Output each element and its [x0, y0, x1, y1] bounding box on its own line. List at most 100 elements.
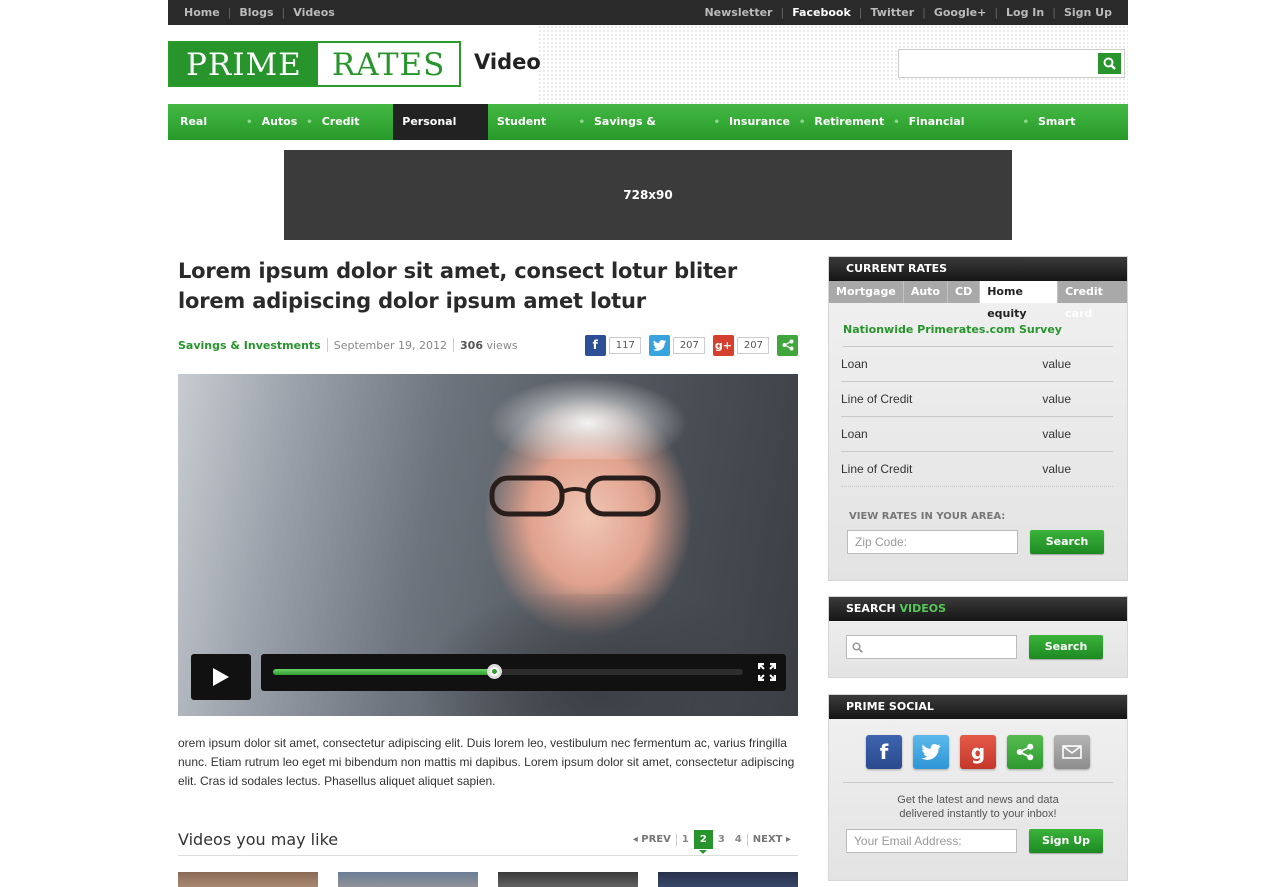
top-link-blogs[interactable]: Blogs — [239, 6, 273, 19]
twitter-icon[interactable] — [913, 735, 949, 769]
zip-code-input[interactable]: Zip Code: — [847, 530, 1018, 554]
view-count-number: 306 — [460, 338, 483, 352]
rate-label: Loan — [841, 427, 868, 441]
nav-financial-calculators[interactable]: Financial Calculators — [900, 104, 1023, 164]
divider — [326, 338, 328, 352]
search-videos-widget: SEARCH VIDEOS Search — [828, 596, 1128, 678]
tab-home-equity[interactable]: Home equity — [980, 281, 1059, 320]
header-search-button[interactable] — [1098, 53, 1121, 74]
share-more[interactable] — [777, 334, 798, 356]
article-category[interactable]: Savings & Investments — [178, 339, 321, 352]
rate-row: Line of Credit value — [841, 382, 1113, 417]
search-videos-input[interactable] — [846, 635, 1017, 659]
newsletter-text: Get the latest and news and data deliver… — [829, 793, 1127, 821]
top-left-links: Home | Blogs | Videos — [184, 6, 335, 19]
ad-banner[interactable]: 728x90 — [284, 150, 1012, 240]
rates-search-button[interactable]: Search — [1030, 530, 1104, 554]
top-bar: Home | Blogs | Videos Newsletter | Faceb… — [168, 0, 1128, 25]
current-rates-heading: CURRENT RATES — [829, 257, 1127, 281]
top-link-videos[interactable]: Videos — [293, 6, 335, 19]
top-link-signup[interactable]: Sign Up — [1064, 6, 1112, 19]
search-videos-heading: SEARCH VIDEOS — [829, 597, 1127, 621]
search-videos-row: Search — [846, 635, 1127, 659]
pagination: ◂ PREV 1 2 3 4 NEXT ▸ — [628, 830, 796, 854]
top-link-twitter[interactable]: Twitter — [870, 6, 914, 19]
prime-social-widget: PRIME SOCIAL f g Get the latest and news… — [828, 694, 1128, 881]
article-date: September 19, 2012 — [333, 338, 448, 352]
progress-track[interactable] — [273, 664, 743, 679]
facebook-icon[interactable]: f — [866, 735, 902, 769]
email-input[interactable]: Your Email Address: — [846, 829, 1017, 853]
rate-value: value — [1042, 357, 1071, 371]
top-link-home[interactable]: Home — [184, 6, 220, 19]
top-link-newsletter[interactable]: Newsletter — [704, 6, 772, 19]
progress-handle[interactable] — [486, 664, 502, 679]
rates-tabs: Mortgage Auto CD Home equity Credit card — [829, 281, 1127, 320]
header: PRIME RATES Video — [168, 25, 1128, 104]
related-videos-header: Videos you may like ◂ PREV 1 2 3 4 NEXT … — [178, 826, 798, 856]
nav-credit-cards[interactable]: Credit Cards — [313, 104, 394, 164]
share-icon[interactable] — [1007, 735, 1043, 769]
header-search — [898, 49, 1125, 78]
top-link-google-plus[interactable]: Google+ — [934, 6, 986, 19]
tab-credit-card[interactable]: Credit card — [1058, 281, 1127, 320]
video-thumbnail[interactable] — [498, 872, 638, 887]
separator: | — [1052, 6, 1056, 19]
signup-button[interactable]: Sign Up — [1029, 829, 1103, 853]
control-bar — [261, 654, 786, 691]
share-icon — [777, 334, 798, 356]
video-thumbnail[interactable] — [658, 872, 798, 887]
search-videos-button[interactable]: Search — [1029, 635, 1103, 659]
video-frame-hair — [478, 374, 698, 459]
nav-savings-investment[interactable]: Savings & Investment — [585, 104, 714, 164]
main-nav: Real Estate • Autos • Credit Cards Perso… — [168, 104, 1128, 164]
tab-cd[interactable]: CD — [948, 281, 981, 303]
related-videos-heading: Videos you may like — [178, 830, 339, 849]
share-twitter[interactable]: 207 — [648, 334, 705, 356]
video-player[interactable] — [178, 374, 798, 716]
video-thumbnail[interactable] — [178, 872, 318, 887]
share-google-plus[interactable]: g+ 207 — [712, 334, 769, 356]
search-icon — [1103, 57, 1116, 70]
nav-insurance[interactable]: Insurance — [720, 104, 799, 140]
play-button[interactable] — [191, 654, 251, 700]
email-signup-row: Your Email Address: Sign Up — [846, 829, 1127, 853]
share-facebook[interactable]: f 117 — [584, 334, 641, 356]
top-link-login[interactable]: Log In — [1006, 6, 1044, 19]
top-link-facebook[interactable]: Facebook — [792, 6, 851, 19]
video-thumbnail[interactable] — [338, 872, 478, 887]
social-icons: f g — [829, 735, 1127, 769]
tab-auto[interactable]: Auto — [904, 281, 948, 303]
pager-next[interactable]: NEXT ▸ — [748, 834, 796, 845]
nav-retirement[interactable]: Retirement — [805, 104, 893, 140]
separator: | — [858, 6, 863, 19]
pager-page-3[interactable]: 3 — [713, 834, 730, 845]
ad-size-label: 728x90 — [623, 188, 673, 202]
facebook-count: 117 — [608, 336, 641, 354]
header-search-input[interactable] — [899, 50, 1097, 77]
top-right-links: Newsletter | Facebook | Twitter | Google… — [704, 6, 1112, 19]
pager-page-1[interactable]: 1 — [677, 834, 694, 845]
nav-real-estate[interactable]: Real Estate — [168, 104, 246, 164]
pager-page-2[interactable]: 2 — [693, 830, 713, 854]
fullscreen-button[interactable] — [757, 662, 777, 685]
nav-autos[interactable]: Autos — [253, 104, 307, 140]
google-plus-icon[interactable]: g — [960, 735, 996, 769]
mail-icon[interactable] — [1054, 735, 1090, 769]
pager-prev[interactable]: ◂ PREV — [628, 834, 676, 845]
rate-row: Loan value — [841, 417, 1113, 452]
rate-row: Loan value — [841, 347, 1113, 382]
tab-mortgage[interactable]: Mortgage — [829, 281, 904, 303]
article-description: orem ipsum dolor sit amet, consectetur a… — [178, 736, 795, 788]
nav-personal-loans[interactable]: Personal Loans — [393, 104, 488, 164]
divider — [453, 338, 455, 352]
related-thumbnails — [178, 872, 798, 887]
logo[interactable]: PRIME RATES — [168, 41, 462, 87]
rate-row: Line of Credit value — [841, 452, 1113, 487]
pager-page-4[interactable]: 4 — [730, 834, 747, 845]
nav-smart-spending[interactable]: Smart Spending — [1029, 104, 1128, 164]
nav-student-loans[interactable]: Student Loans — [488, 104, 579, 164]
google-count: 207 — [736, 336, 769, 354]
view-count: 306 views — [460, 339, 518, 352]
facebook-icon: f — [584, 334, 606, 356]
